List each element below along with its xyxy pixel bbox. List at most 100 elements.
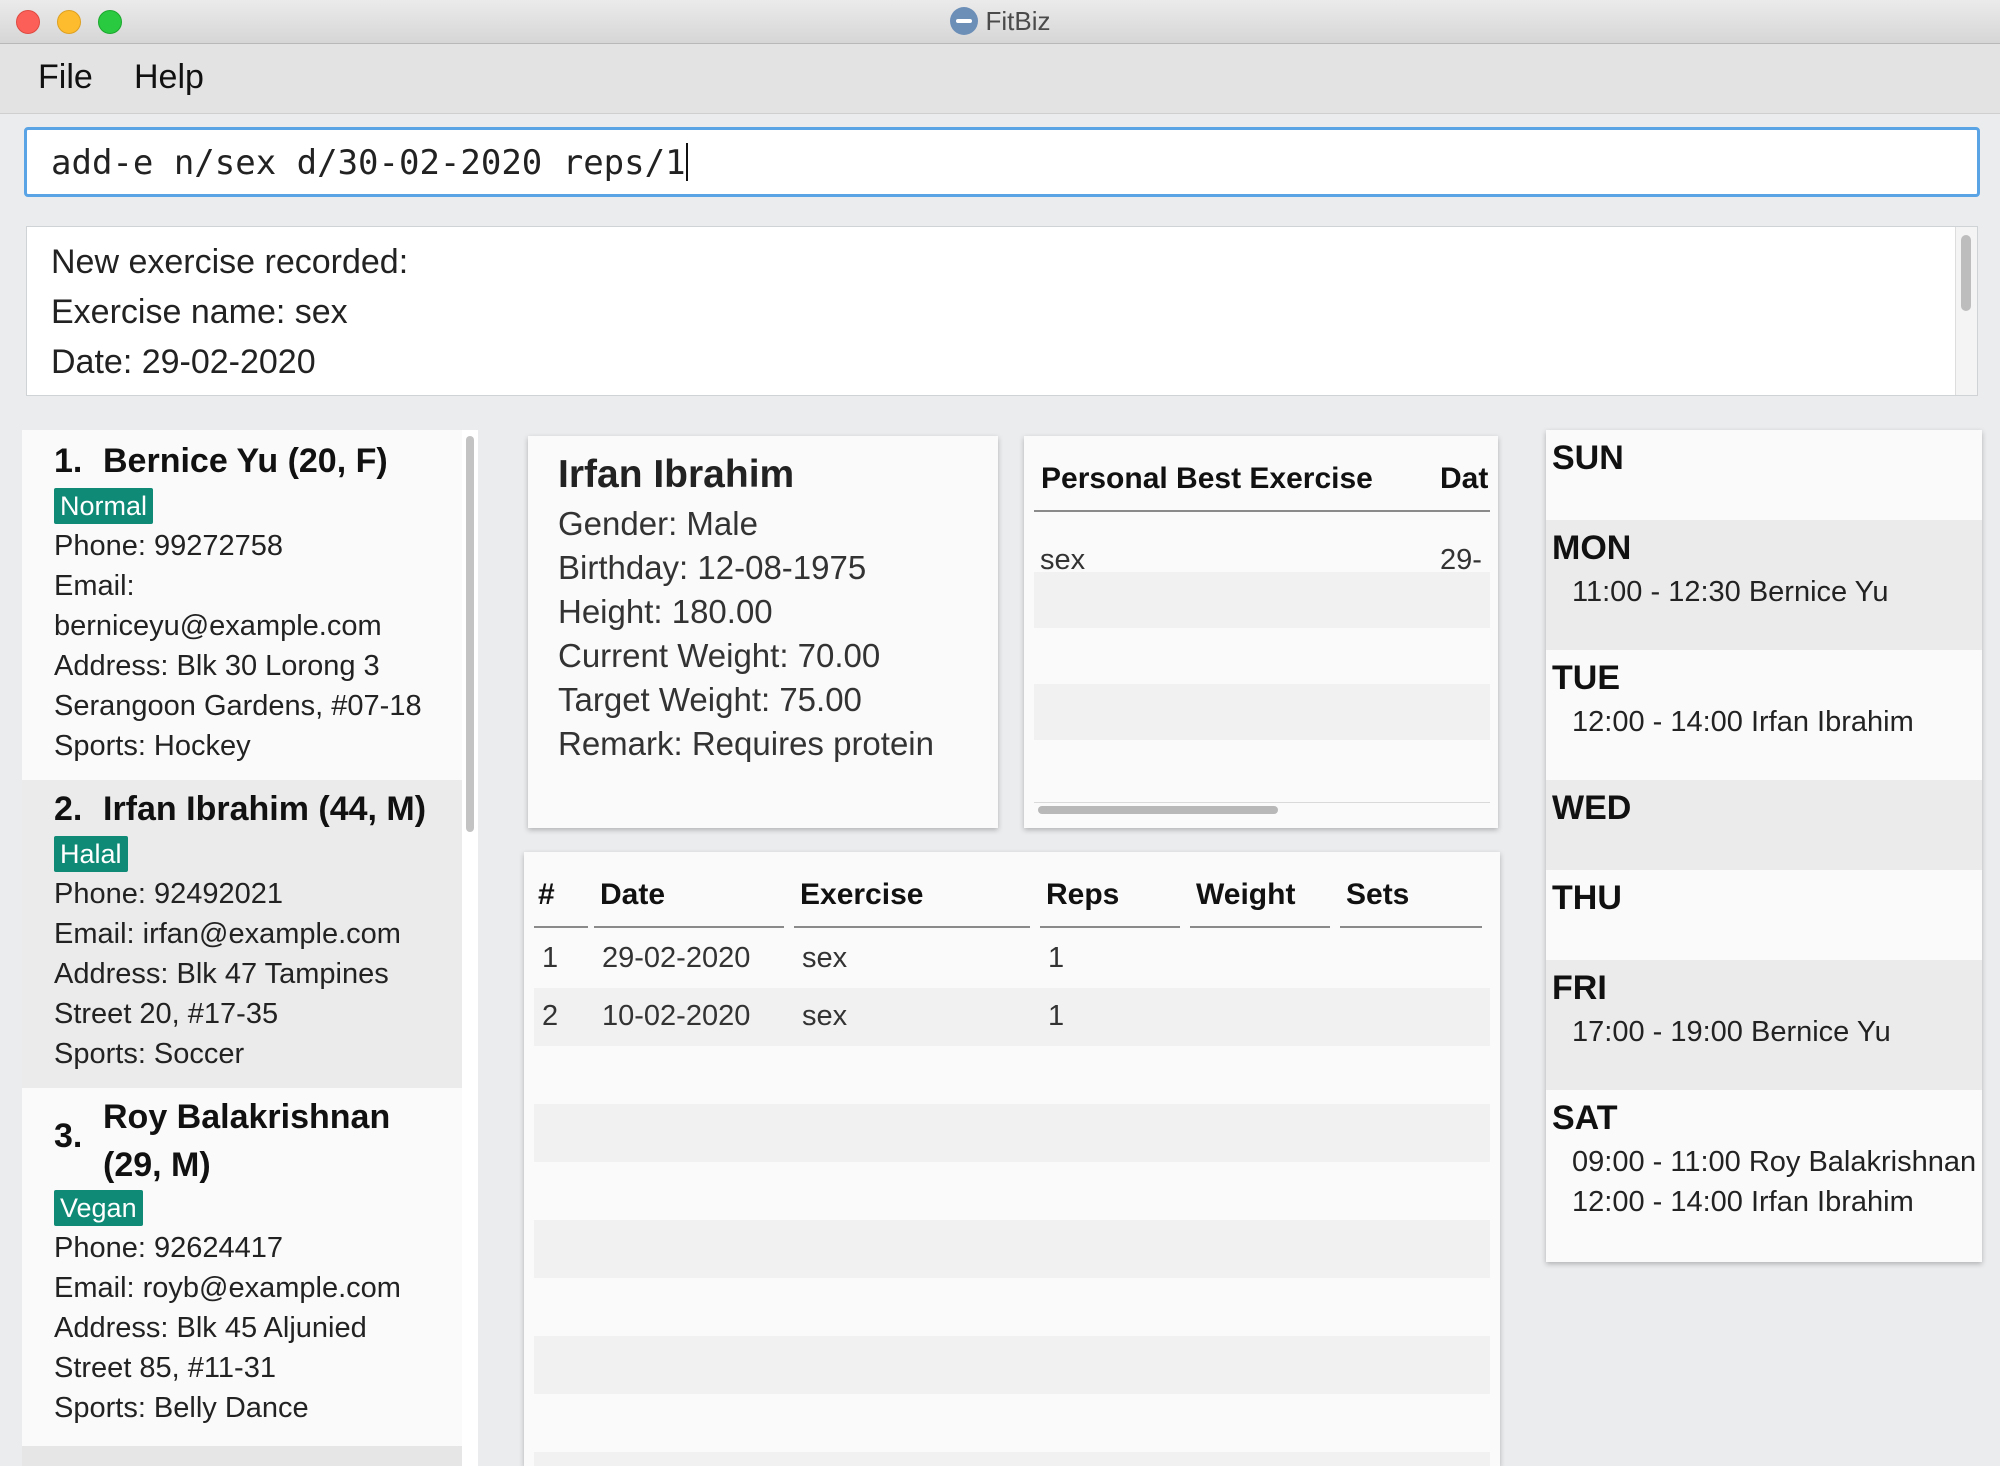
client-address: Street 85, #11-31 bbox=[54, 1352, 276, 1384]
exercise-name-cell: sex bbox=[802, 1000, 848, 1032]
schedule-slot[interactable]: 09:00 - 11:00 Roy Balakrishnan bbox=[1552, 1142, 1982, 1182]
client-address: Address: Blk 30 Lorong 3 bbox=[54, 650, 380, 682]
result-scrollbar[interactable] bbox=[1955, 227, 1977, 395]
schedule-day-thu: THU bbox=[1546, 870, 1982, 960]
column-header-date[interactable]: Date bbox=[600, 878, 665, 912]
horizontal-scroll-track bbox=[1034, 802, 1490, 803]
day-name: FRI bbox=[1552, 969, 1607, 1007]
client-tag: Vegan bbox=[54, 1190, 143, 1226]
table-row[interactable] bbox=[534, 1278, 1490, 1336]
exercise-number-cell: 2 bbox=[542, 1000, 559, 1032]
table-row[interactable] bbox=[534, 1336, 1490, 1394]
table-row[interactable] bbox=[1034, 740, 1490, 796]
client-index: 1. bbox=[54, 442, 83, 480]
schedule-slot[interactable]: 12:00 - 14:00 Irfan Ibrahim bbox=[1552, 1182, 1982, 1222]
column-header-sets[interactable]: Sets bbox=[1346, 878, 1409, 912]
client-name: Irfan Ibrahim (44, M) bbox=[103, 790, 427, 828]
client-tag: Halal bbox=[54, 836, 128, 872]
day-name: THU bbox=[1552, 879, 1622, 917]
client-phone: Phone: 99272758 bbox=[54, 530, 283, 562]
menu-help[interactable]: Help bbox=[134, 58, 204, 97]
exercise-reps-cell: 1 bbox=[1048, 942, 1065, 974]
result-display: New exercise recorded: Exercise name: se… bbox=[26, 226, 1978, 396]
result-line: Date: 29-02-2020 bbox=[51, 343, 316, 381]
schedule-slot[interactable]: 12:00 - 14:00 Irfan Ibrahim bbox=[1552, 702, 1982, 742]
header-divider bbox=[594, 926, 784, 928]
profile-target-weight: Target Weight: 75.00 bbox=[558, 681, 862, 718]
table-row[interactable] bbox=[534, 1162, 1490, 1220]
table-row[interactable] bbox=[534, 1220, 1490, 1278]
client-phone: Phone: 92492021 bbox=[54, 878, 283, 910]
client-name-line: 2. Irfan Ibrahim (44, M) bbox=[54, 780, 462, 834]
header-divider bbox=[1040, 926, 1180, 928]
column-header-number[interactable]: # bbox=[538, 878, 555, 912]
schedule-day-tue: TUE 12:00 - 14:00 Irfan Ibrahim bbox=[1546, 650, 1982, 780]
client-name: Bernice Yu (20, F) bbox=[103, 442, 388, 480]
client-sports: Sports: Soccer bbox=[54, 1038, 245, 1070]
client-index: 2. bbox=[54, 790, 83, 828]
table-row[interactable] bbox=[534, 1104, 1490, 1162]
client-email-label: Email: bbox=[54, 570, 135, 602]
menu-bar: File Help bbox=[0, 44, 2000, 114]
profile-gender: Gender: Male bbox=[558, 505, 758, 542]
column-header-weight[interactable]: Weight bbox=[1196, 878, 1295, 912]
client-name: (29, M) bbox=[103, 1146, 211, 1184]
app-logo-icon bbox=[949, 7, 978, 35]
header-divider bbox=[1034, 510, 1434, 512]
table-row[interactable] bbox=[534, 1046, 1490, 1104]
client-email: Email: royb@example.com bbox=[54, 1272, 401, 1304]
day-name: WED bbox=[1552, 789, 1632, 827]
header-divider bbox=[534, 926, 588, 928]
schedule-slot[interactable]: 11:00 - 12:30 Bernice Yu bbox=[1552, 572, 1982, 612]
client-card-selected[interactable]: 2. Irfan Ibrahim (44, M) Halal Phone: 924… bbox=[22, 780, 462, 1088]
profile-remark: Remark: Requires protein bbox=[558, 725, 934, 762]
client-card[interactable] bbox=[22, 1446, 462, 1466]
schedule-day-mon: MON 11:00 - 12:30 Bernice Yu bbox=[1546, 520, 1982, 650]
column-header-exercise[interactable]: Personal Best Exercise bbox=[1041, 462, 1373, 496]
client-address: Address: Blk 47 Tampines bbox=[54, 958, 389, 990]
personal-best-table[interactable]: Personal Best Exercise Dat sex 29- bbox=[1024, 436, 1498, 828]
column-header-reps[interactable]: Reps bbox=[1046, 878, 1119, 912]
client-phone: Phone: 92624417 bbox=[54, 1232, 283, 1264]
exercise-date-cell: 29-02-2020 bbox=[602, 942, 751, 974]
day-name: SUN bbox=[1552, 439, 1624, 477]
client-sports: Sports: Belly Dance bbox=[54, 1392, 309, 1424]
table-row[interactable] bbox=[1034, 572, 1490, 628]
exercise-number-cell: 1 bbox=[542, 942, 559, 974]
client-name-line: 3. Roy Balakrishnan (29, M) bbox=[54, 1088, 462, 1184]
table-row[interactable] bbox=[534, 1394, 1490, 1452]
exercise-date-cell: 10-02-2020 bbox=[602, 1000, 751, 1032]
table-row[interactable] bbox=[1034, 628, 1490, 684]
header-divider bbox=[1340, 926, 1482, 928]
column-header-exercise[interactable]: Exercise bbox=[800, 878, 923, 912]
profile-current-weight: Current Weight: 70.00 bbox=[558, 637, 881, 674]
table-row[interactable] bbox=[1034, 684, 1490, 740]
exercise-table[interactable]: # Date Exercise Reps Weight Sets 1 29-02… bbox=[524, 852, 1500, 1466]
column-header-date[interactable]: Dat bbox=[1440, 462, 1488, 496]
result-line: New exercise recorded: bbox=[51, 243, 409, 281]
client-name: Roy Balakrishnan bbox=[103, 1098, 391, 1136]
weekly-schedule: SUN MON 11:00 - 12:30 Bernice Yu TUE 12:… bbox=[1546, 430, 1982, 1262]
client-list-scrollbar[interactable] bbox=[466, 436, 474, 832]
client-card[interactable]: 3. Roy Balakrishnan (29, M) Vegan Phone:… bbox=[22, 1088, 462, 1446]
table-row[interactable] bbox=[1034, 516, 1490, 572]
client-card[interactable]: 1. Bernice Yu (20, F) Normal Phone: 99272… bbox=[22, 430, 462, 780]
result-line: Exercise name: sex bbox=[51, 293, 348, 331]
command-input[interactable]: add-e n/sex d/30-02-2020 reps/1 bbox=[24, 127, 1980, 197]
horizontal-scrollbar[interactable] bbox=[1038, 806, 1278, 814]
table-row[interactable] bbox=[534, 1452, 1490, 1466]
day-name: TUE bbox=[1552, 659, 1620, 697]
command-input-text: add-e n/sex d/30-02-2020 reps/1 bbox=[51, 143, 686, 183]
schedule-day-wed: WED bbox=[1546, 780, 1982, 870]
client-sports: Sports: Hockey bbox=[54, 730, 251, 762]
menu-file[interactable]: File bbox=[38, 58, 93, 97]
day-name: SAT bbox=[1552, 1099, 1618, 1137]
exercise-reps-cell: 1 bbox=[1048, 1000, 1065, 1032]
schedule-day-fri: FRI 17:00 - 19:00 Bernice Yu bbox=[1546, 960, 1982, 1090]
result-scrollbar-thumb[interactable] bbox=[1961, 235, 1971, 311]
schedule-slot[interactable]: 17:00 - 19:00 Bernice Yu bbox=[1552, 1012, 1982, 1052]
client-list[interactable]: 1. Bernice Yu (20, F) Normal Phone: 99272… bbox=[22, 430, 478, 1466]
client-address: Street 20, #17-35 bbox=[54, 998, 279, 1030]
title-bar: FitBiz bbox=[0, 0, 2000, 44]
client-name-line: 1. Bernice Yu (20, F) bbox=[54, 430, 462, 486]
